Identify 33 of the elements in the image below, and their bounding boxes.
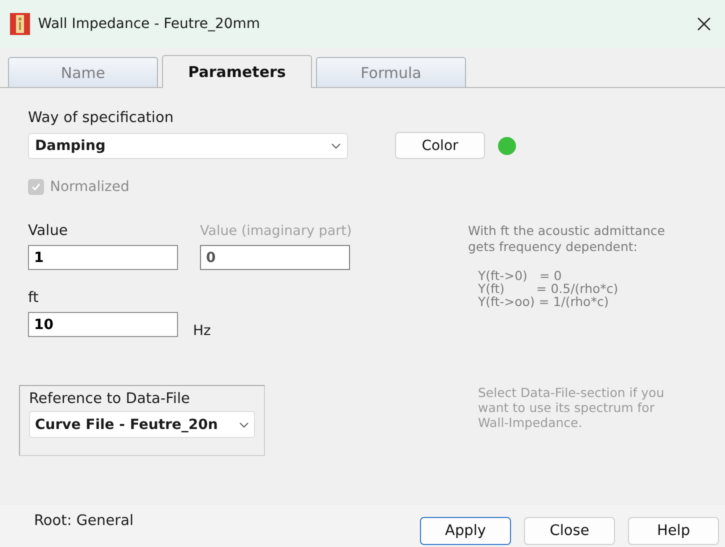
dialog-button[interactable]: Close xyxy=(524,517,615,545)
ft-label: ft xyxy=(28,290,40,306)
normalized-label: Normalized xyxy=(50,179,130,195)
dialog-button[interactable]: Help xyxy=(628,517,719,545)
value-label: Value xyxy=(28,223,69,239)
window-title: Wall Impedance - Feutre_20mm xyxy=(38,16,262,32)
formula-line: Y(ft->0) = 0 xyxy=(478,269,563,282)
help-text-line: gets frequency dependent: xyxy=(468,239,639,255)
ft-field[interactable]: 10 xyxy=(28,312,178,337)
tab[interactable]: Formula xyxy=(316,57,466,87)
reference-dropdown[interactable]: Curve File - Feutre_20n xyxy=(29,411,255,438)
app-icon xyxy=(10,13,30,35)
hint-text-line: Select Data-File-section if you xyxy=(478,385,664,400)
help-text-line: With ft the acoustic admittance xyxy=(468,223,665,239)
dialog-button[interactable]: Apply xyxy=(420,517,511,545)
specification-dropdown[interactable]: Damping xyxy=(28,132,348,158)
tab[interactable]: Name xyxy=(8,57,158,87)
imaginary-value-label: Value (imaginary part) xyxy=(200,223,350,239)
caret-icon xyxy=(239,422,249,428)
formula-line: Y(ft->oo) = 1/(rho*c) xyxy=(478,295,609,308)
specification-label: Way of specification xyxy=(28,110,175,126)
reference-label: Reference to Data-File xyxy=(29,391,191,407)
hint-text-line: Wall-Impedance. xyxy=(478,415,584,430)
close-icon[interactable] xyxy=(697,17,711,31)
color-button[interactable]: Color xyxy=(395,132,485,159)
value-field[interactable]: 1 xyxy=(28,245,178,270)
caret-icon xyxy=(331,142,341,148)
root-label: Root: General xyxy=(34,513,134,529)
hint-text-line: want to use its spectrum for xyxy=(478,400,656,415)
unit-label: Hz xyxy=(193,323,211,339)
tab[interactable]: Parameters xyxy=(162,55,312,88)
formula-line: Y(ft) = 0.5/(rho*c) xyxy=(478,282,620,295)
checkmark-icon xyxy=(31,182,41,192)
